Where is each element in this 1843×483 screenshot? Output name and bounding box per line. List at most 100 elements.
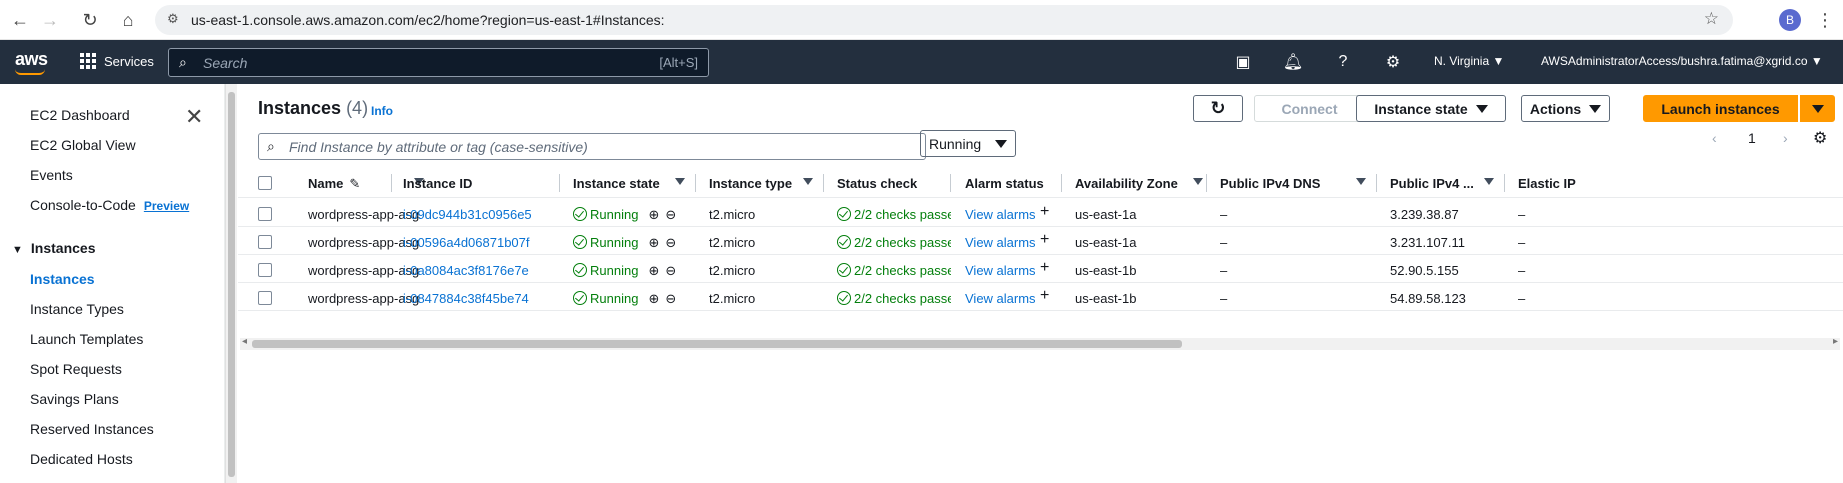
table-row[interactable]: wordpress-app-asg i-09dc944b31c0956e5 Ru… (238, 199, 1843, 227)
aws-logo[interactable]: aws (15, 49, 48, 75)
table-row[interactable]: wordpress-app-asg i-00596a4d06871b07f Ru… (238, 227, 1843, 255)
zoom-in-icon[interactable]: ⊕ (648, 263, 659, 278)
row-checkbox[interactable] (258, 263, 272, 277)
sidebar-item-instance-types[interactable]: Instance Types (30, 301, 124, 317)
next-page-icon[interactable]: › (1783, 130, 1788, 146)
col-elastic-ip[interactable]: Elastic IP (1518, 176, 1576, 191)
cloudshell-icon[interactable]: ▣ (1232, 51, 1254, 73)
sidebar-item-events[interactable]: Events (30, 167, 73, 183)
instance-id-link[interactable]: i-0a8084ac3f8176e7e (403, 263, 529, 278)
settings-gear-icon[interactable]: ⚙ (1382, 51, 1404, 73)
home-icon[interactable]: ⌂ (116, 8, 140, 32)
browser-menu-icon[interactable]: ⋮ (1813, 8, 1837, 32)
sidebar-item-instances[interactable]: Instances (30, 271, 95, 287)
add-alarm-icon[interactable]: + (1040, 231, 1049, 249)
col-public-ipv4[interactable]: Public IPv4 ... (1390, 176, 1474, 191)
sort-caret-icon[interactable] (1484, 178, 1494, 185)
sort-caret-icon[interactable] (803, 178, 813, 185)
sidebar-scrollbar[interactable] (225, 84, 237, 483)
col-status-check[interactable]: Status check (837, 176, 917, 191)
services-label: Services (104, 53, 154, 69)
sidebar-item-reserved-instances[interactable]: Reserved Instances (30, 421, 154, 437)
services-menu[interactable]: Services (80, 53, 154, 69)
forward-icon[interactable]: → (38, 8, 62, 32)
view-alarms-link[interactable]: View alarms (965, 207, 1036, 222)
sort-caret-icon[interactable] (1193, 178, 1203, 185)
row-checkbox[interactable] (258, 235, 272, 249)
region-selector[interactable]: N. Virginia ▼ (1434, 54, 1504, 68)
sidebar-item-spot-requests[interactable]: Spot Requests (30, 361, 122, 377)
prev-page-icon[interactable]: ‹ (1712, 130, 1717, 146)
zoom-in-icon[interactable]: ⊕ (648, 291, 659, 306)
row-checkbox[interactable] (258, 291, 272, 305)
zoom-out-icon[interactable]: ⊖ (665, 291, 676, 306)
availability-zone: us-east-1b (1075, 291, 1137, 306)
row-checkbox[interactable] (258, 207, 272, 221)
help-icon[interactable]: ? (1332, 51, 1354, 73)
instance-id-link[interactable]: i-00596a4d06871b07f (403, 235, 530, 250)
col-instance-type[interactable]: Instance type (709, 176, 792, 191)
zoom-out-icon[interactable]: ⊖ (665, 235, 676, 250)
instance-state-button[interactable]: Instance state (1356, 95, 1506, 122)
actions-button[interactable]: Actions (1521, 95, 1610, 122)
sort-caret-icon[interactable] (1356, 178, 1366, 185)
address-bar[interactable]: ⚙ us-east-1.console.aws.amazon.com/ec2/h… (155, 5, 1733, 35)
table-row[interactable]: wordpress-app-asg i-0a8084ac3f8176e7e Ru… (238, 255, 1843, 283)
col-instance-state[interactable]: Instance state (573, 176, 660, 191)
close-sidebar-icon[interactable]: ✕ (185, 104, 203, 130)
zoom-out-icon[interactable]: ⊖ (665, 207, 676, 222)
state-filter-select[interactable]: Running (920, 130, 1016, 157)
sidebar-item-dedicated-hosts[interactable]: Dedicated Hosts (30, 451, 133, 467)
scroll-left-icon[interactable]: ◂ (242, 336, 247, 347)
instance-filter-input[interactable]: ⌕ Find Instance by attribute or tag (cas… (258, 133, 926, 160)
page-number[interactable]: 1 (1748, 130, 1756, 146)
refresh-button[interactable]: ↻ (1193, 95, 1243, 122)
table-row[interactable]: wordpress-app-asg i-0847884c38f45be74 Ru… (238, 283, 1843, 311)
select-all-checkbox[interactable] (258, 176, 272, 190)
sidebar-section-instances[interactable]: ▼ Instances (12, 240, 95, 256)
zoom-out-icon[interactable]: ⊖ (665, 263, 676, 278)
availability-zone: us-east-1b (1075, 263, 1137, 278)
sidebar-item-savings-plans[interactable]: Savings Plans (30, 391, 119, 407)
add-alarm-icon[interactable]: + (1040, 203, 1049, 221)
back-icon[interactable]: ← (8, 8, 32, 32)
col-alarm-status[interactable]: Alarm status (965, 176, 1044, 191)
add-alarm-icon[interactable]: + (1040, 287, 1049, 305)
scroll-thumb[interactable] (252, 340, 1182, 348)
sidebar-item-ec2-global-view[interactable]: EC2 Global View (30, 137, 136, 153)
col-name[interactable]: Name ✎ (308, 176, 360, 192)
table-settings-gear-icon[interactable]: ⚙ (1813, 128, 1827, 148)
sidebar-item-console-to-code[interactable]: Console-to-Code Preview (30, 197, 189, 213)
scroll-right-icon[interactable]: ▸ (1833, 336, 1838, 347)
profile-avatar[interactable]: B (1779, 9, 1801, 31)
notifications-icon[interactable]: 🔔︎ (1282, 51, 1304, 73)
instance-id-link[interactable]: i-09dc944b31c0956e5 (403, 207, 532, 222)
sort-caret-icon[interactable] (675, 178, 685, 185)
account-menu[interactable]: AWSAdministratorAccess/bushra.fatima@xgr… (1541, 54, 1823, 68)
zoom-in-icon[interactable]: ⊕ (648, 207, 659, 222)
aws-search-input[interactable]: ⌕ Search [Alt+S] (168, 48, 709, 77)
site-info-icon[interactable]: ⚙ (167, 11, 179, 27)
bookmark-star-icon[interactable]: ☆ (1704, 9, 1719, 29)
reload-icon[interactable]: ↻ (78, 8, 102, 32)
table-horizontal-scrollbar[interactable]: ◂ ▸ (240, 336, 1840, 350)
view-alarms-link[interactable]: View alarms (965, 291, 1036, 306)
connect-button[interactable]: Connect (1254, 95, 1365, 122)
view-alarms-link[interactable]: View alarms (965, 263, 1036, 278)
col-availability-zone[interactable]: Availability Zone (1075, 176, 1178, 191)
col-public-dns[interactable]: Public IPv4 DNS (1220, 176, 1320, 191)
view-alarms-link[interactable]: View alarms (965, 235, 1036, 250)
public-dns: – (1220, 235, 1228, 250)
col-instance-id[interactable]: Instance ID (403, 176, 472, 191)
sidebar-item-ec2-dashboard[interactable]: EC2 Dashboard (30, 107, 130, 123)
launch-dropdown-button[interactable] (1800, 95, 1835, 122)
zoom-in-icon[interactable]: ⊕ (648, 235, 659, 250)
title-text: Instances (258, 98, 342, 118)
add-alarm-icon[interactable]: + (1040, 259, 1049, 277)
public-dns: – (1220, 263, 1228, 278)
launch-instances-button[interactable]: Launch instances (1643, 95, 1798, 122)
sidebar-item-launch-templates[interactable]: Launch Templates (30, 331, 143, 347)
info-link[interactable]: Info (371, 104, 393, 118)
instance-id-link[interactable]: i-0847884c38f45be74 (403, 291, 529, 306)
caret-down-icon (1475, 104, 1488, 113)
